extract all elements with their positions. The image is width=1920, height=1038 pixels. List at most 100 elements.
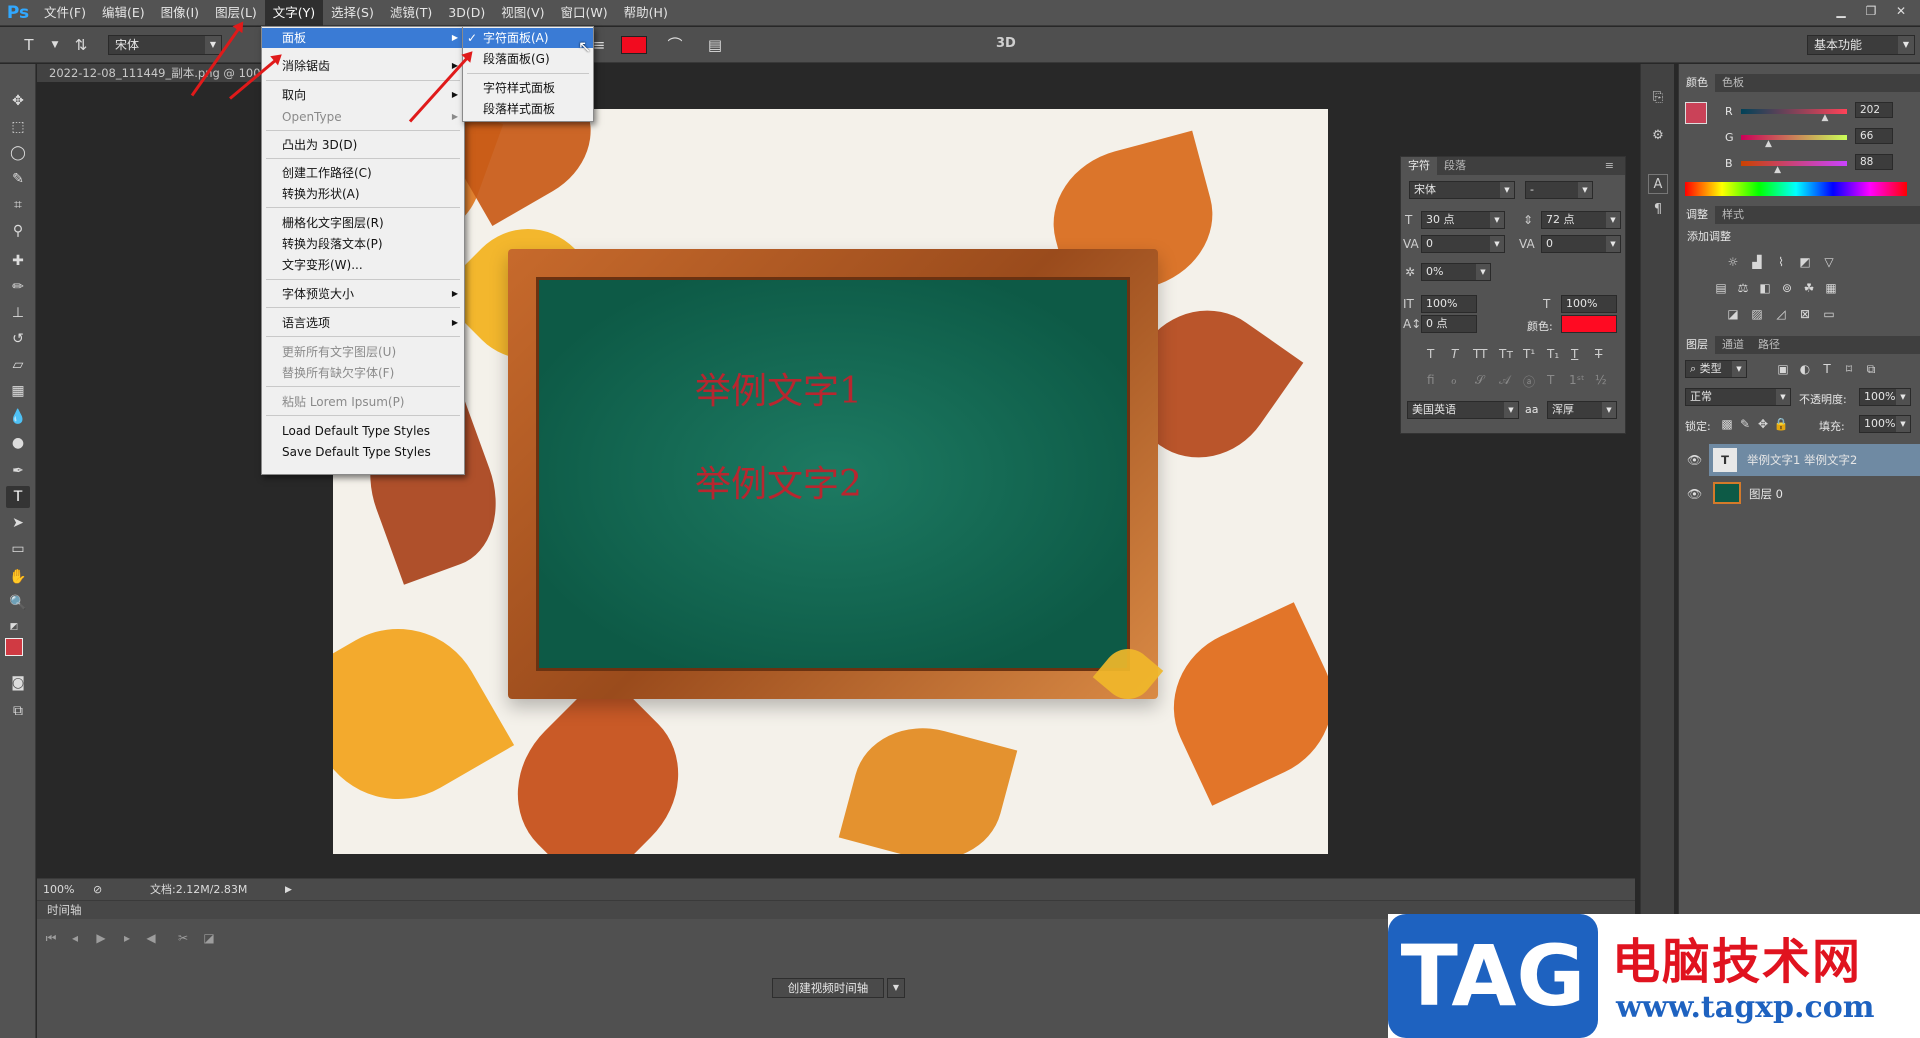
stylistic-icon[interactable]: 𝒜 [1499, 373, 1510, 388]
color-lookup-icon[interactable]: ▦ [1823, 280, 1839, 296]
ordinals-icon[interactable]: 1ˢᵗ [1569, 373, 1585, 387]
previous-frame-icon[interactable]: ◂ [65, 929, 85, 947]
submenu-item-character-panel[interactable]: ✓ 字符面板(A) [463, 28, 593, 48]
menu-help[interactable]: 帮助(H) [616, 0, 676, 26]
layer-row-text[interactable]: 👁 T 举例文字1 举例文字2 [1687, 444, 1920, 476]
tracking-field[interactable]: 0 ▼ [1541, 235, 1621, 253]
channel-mixer-icon[interactable]: ☘ [1801, 280, 1817, 296]
layer-name[interactable]: 举例文字1 举例文字2 [1747, 444, 1857, 476]
menu-item-antialias[interactable]: 消除锯齿 ▶ [262, 56, 464, 76]
strikethrough-icon[interactable]: T [1595, 347, 1602, 361]
tab-layers[interactable]: 图层 [1679, 336, 1715, 354]
zoom-level[interactable]: 100% [43, 879, 74, 901]
menu-item-create-work-path[interactable]: 创建工作路径(C) [262, 163, 464, 183]
menu-item-update-all[interactable]: 更新所有文字图层(U) [262, 342, 464, 362]
submenu-item-para-styles[interactable]: 段落样式面板 [463, 99, 593, 119]
menu-item-replace-missing[interactable]: 替换所有缺欠字体(F) [262, 363, 464, 383]
horizontal-scale-field[interactable]: 100% [1561, 295, 1617, 313]
opacity-field[interactable]: 100% ▼ [1859, 388, 1911, 406]
swash-icon[interactable]: 𝒮 [1475, 373, 1484, 388]
tab-styles[interactable]: 样式 [1715, 206, 1751, 224]
menu-item-language-options[interactable]: 语言选项 ▶ [262, 313, 464, 333]
ligatures-icon[interactable]: ﬁ [1427, 373, 1435, 387]
char-color-swatch[interactable] [1561, 315, 1617, 333]
warp-text-icon[interactable]: ⌒ [664, 35, 686, 55]
faux-italic-icon[interactable]: T [1451, 347, 1458, 361]
document-tab[interactable]: 2022-12-08_111449_副本.png @ 100% [37, 64, 267, 82]
history-brush-tool-icon[interactable]: ↺ [6, 328, 30, 350]
menu-image[interactable]: 图像(I) [153, 0, 207, 26]
menu-item-extrude-3d[interactable]: 凸出为 3D(D) [262, 135, 464, 155]
type-tool-preset-icon[interactable]: T [18, 35, 40, 55]
leading-field[interactable]: 72 点 ▼ [1541, 211, 1621, 229]
3d-label[interactable]: 3D [996, 36, 1016, 51]
photo-filter-icon[interactable]: ⊚ [1779, 280, 1795, 296]
red-slider-handle[interactable]: ▲ [1817, 110, 1833, 126]
stamp-tool-icon[interactable]: ⊥ [6, 302, 30, 324]
gradient-map-icon[interactable]: ▭ [1821, 306, 1837, 322]
submenu-item-char-styles[interactable]: 字符样式面板 [463, 78, 593, 98]
quick-select-tool-icon[interactable]: ✎ [6, 168, 30, 190]
green-slider-handle[interactable]: ▲ [1760, 136, 1776, 152]
font-size-field[interactable]: 30 点 ▼ [1421, 211, 1505, 229]
antialias-select[interactable]: 浑厚 ▼ [1547, 401, 1617, 419]
brush-tool-icon[interactable]: ✏ [6, 276, 30, 298]
titling-icon[interactable]: ⓐ [1523, 373, 1535, 390]
menu-item-panel[interactable]: 面板 ▶ [262, 28, 464, 48]
vibrance-icon[interactable]: ▽ [1821, 254, 1837, 270]
screen-mode-icon[interactable]: ⧉ [6, 700, 30, 722]
filter-type-icon[interactable]: T [1819, 361, 1835, 377]
restore-icon[interactable]: ❐ [1858, 2, 1884, 20]
type-tool-icon[interactable]: T [6, 486, 30, 508]
eraser-tool-icon[interactable]: ▱ [6, 354, 30, 376]
tab-paragraph[interactable]: 段落 [1437, 157, 1473, 175]
workspace-select[interactable]: 基本功能 ▼ [1807, 35, 1915, 55]
threshold-icon[interactable]: ◿ [1773, 306, 1789, 322]
red-value[interactable]: 202 [1855, 102, 1893, 118]
foreground-color-swatch[interactable] [5, 638, 23, 656]
faux-bold-icon[interactable]: T [1427, 347, 1434, 361]
tab-color[interactable]: 颜色 [1679, 74, 1715, 92]
lock-all-icon[interactable]: 🔒 [1773, 416, 1789, 432]
healing-brush-tool-icon[interactable]: ✚ [6, 250, 30, 272]
fractions-icon[interactable]: ½ [1595, 373, 1607, 387]
fill-field[interactable]: 100% ▼ [1859, 415, 1911, 433]
menu-item-save-styles[interactable]: Save Default Type Styles [262, 442, 464, 462]
layer-name[interactable]: 图层 0 [1749, 478, 1783, 510]
blue-slider[interactable] [1741, 161, 1847, 166]
character-panel-icon[interactable]: A [1648, 174, 1668, 194]
filter-adjustment-icon[interactable]: ◐ [1797, 361, 1813, 377]
menu-filter[interactable]: 滤镜(T) [382, 0, 440, 26]
eyedropper-tool-icon[interactable]: ⚲ [6, 220, 30, 242]
menu-item-paste-lorem[interactable]: 粘贴 Lorem Ipsum(P) [262, 392, 464, 412]
marquee-tool-icon[interactable]: ⬚ [6, 116, 30, 138]
subscript-icon[interactable]: T₁ [1547, 347, 1559, 361]
lock-image-icon[interactable]: ✎ [1737, 416, 1753, 432]
tab-character[interactable]: 字符 [1401, 157, 1437, 175]
orientation-toggle-icon[interactable]: ⇅ [70, 35, 92, 55]
color-spectrum-bar[interactable] [1685, 182, 1907, 196]
blend-mode-select[interactable]: 正常 ▼ [1685, 388, 1791, 406]
layer-filter-select[interactable]: ⌕ 类型 ▼ [1685, 360, 1747, 378]
pen-tool-icon[interactable]: ✒ [6, 460, 30, 482]
properties-panel-icon[interactable]: ⚙ [1648, 126, 1668, 146]
font-family-select[interactable]: 宋体 ▼ [108, 35, 222, 55]
menu-item-rasterize[interactable]: 栅格化文字图层(R) [262, 213, 464, 233]
brightness-icon[interactable]: ☼ [1725, 254, 1741, 270]
zoom-tool-icon[interactable]: 🔍 [6, 592, 30, 614]
next-frame-icon[interactable]: ▸ [117, 929, 137, 947]
canvas-text-1[interactable]: 举例文字1 [695, 362, 862, 414]
all-caps-icon[interactable]: TT [1473, 347, 1487, 361]
filter-shape-icon[interactable]: ⌑ [1841, 361, 1857, 377]
posterize-icon[interactable]: ▨ [1749, 306, 1765, 322]
filter-smart-icon[interactable]: ⧉ [1863, 361, 1879, 377]
text-color-swatch[interactable] [621, 36, 647, 54]
invert-icon[interactable]: ◪ [1725, 306, 1741, 322]
move-tool-icon[interactable]: ✥ [6, 90, 30, 112]
curves-icon[interactable]: ⌇ [1773, 254, 1789, 270]
menu-item-convert-paragraph[interactable]: 转换为段落文本(P) [262, 234, 464, 254]
gradient-tool-icon[interactable]: ▦ [6, 380, 30, 402]
history-panel-icon[interactable]: ⎘ [1648, 88, 1668, 108]
hand-tool-icon[interactable]: ✋ [6, 566, 30, 588]
tsume-field[interactable]: 0% ▼ [1421, 263, 1491, 281]
